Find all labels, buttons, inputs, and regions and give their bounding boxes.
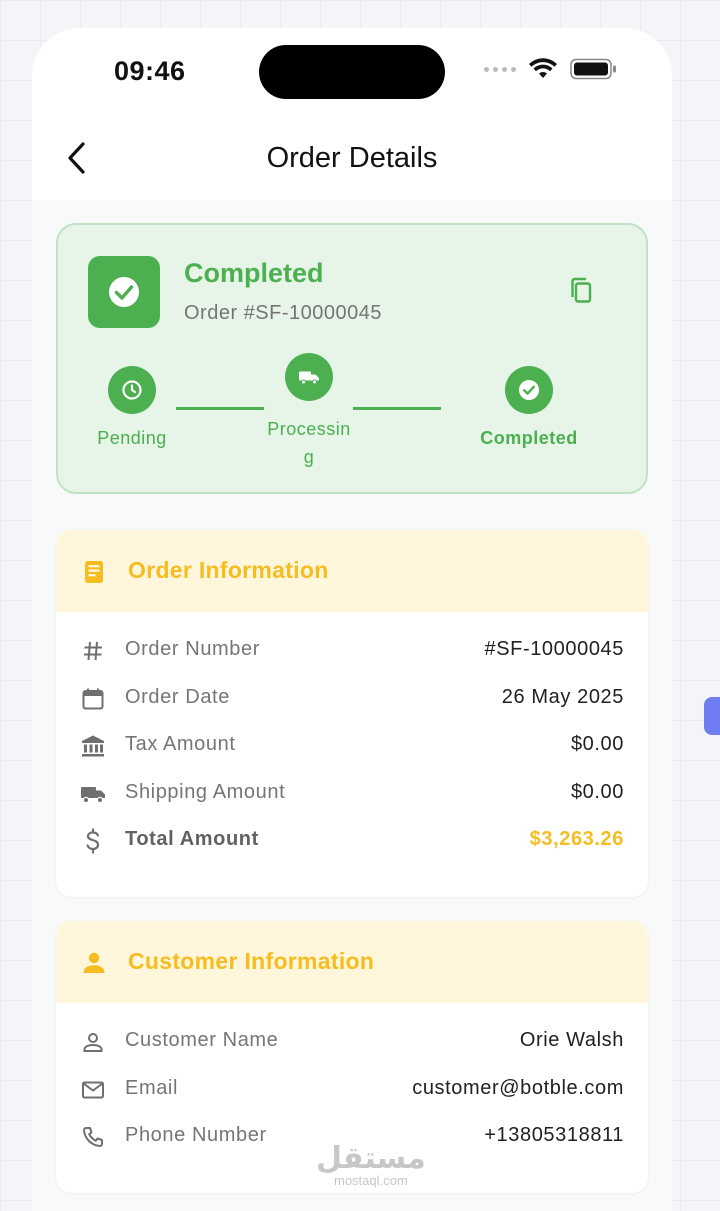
card-header: Customer Information bbox=[56, 921, 648, 1003]
card-header: Order Information bbox=[56, 530, 648, 612]
app-header: 09:46 Order Details bbox=[32, 28, 672, 200]
wifi-icon bbox=[529, 58, 557, 78]
side-scroll-handle[interactable] bbox=[704, 697, 720, 735]
receipt-icon bbox=[85, 561, 103, 583]
tax-amount-row: Tax Amount $0.00 bbox=[56, 725, 648, 765]
row-label: Phone Number bbox=[125, 1124, 267, 1146]
card-title: Customer Information bbox=[128, 948, 375, 974]
row-label: Tax Amount bbox=[125, 733, 236, 755]
truck-icon bbox=[80, 781, 106, 807]
card-title: Order Information bbox=[128, 557, 329, 583]
person-icon bbox=[83, 952, 105, 973]
order-number-label: Order #SF-10000045 bbox=[184, 302, 383, 324]
step-completed-circle bbox=[505, 366, 553, 414]
dollar-icon bbox=[80, 828, 106, 854]
phone-screen: 09:46 Order Details Completed Order #SF-… bbox=[32, 28, 672, 1211]
row-value: $0.00 bbox=[570, 781, 624, 803]
row-label: Order Number bbox=[125, 638, 261, 660]
row-value: #SF-10000045 bbox=[484, 638, 624, 660]
order-date-row: Order Date 26 May 2025 bbox=[56, 678, 648, 718]
email-row[interactable]: Email customer@botble.com bbox=[56, 1069, 648, 1109]
watermark-arabic: مستقل bbox=[316, 1141, 426, 1176]
bank-icon bbox=[80, 733, 106, 759]
row-value: +13805318811 bbox=[484, 1124, 624, 1146]
step-connector bbox=[353, 407, 441, 410]
row-value: Orie Walsh bbox=[519, 1029, 624, 1051]
row-label: Shipping Amount bbox=[125, 781, 286, 803]
watermark: مستقل mostaql.com bbox=[316, 1144, 426, 1188]
step-label: Pending bbox=[97, 428, 167, 448]
row-label: Customer Name bbox=[125, 1029, 279, 1051]
nav-bar: Order Details bbox=[32, 128, 672, 188]
step-label-active: Completed bbox=[480, 428, 578, 448]
calendar-icon bbox=[80, 686, 106, 712]
total-amount-row: Total Amount $3,263.26 bbox=[56, 820, 648, 860]
hash-icon bbox=[80, 638, 106, 664]
truck-icon bbox=[299, 371, 319, 385]
total-value: $3,263.26 bbox=[529, 828, 624, 850]
step-processing-circle bbox=[285, 353, 333, 401]
order-status-title: Completed bbox=[184, 258, 324, 288]
shipping-amount-row: Shipping Amount $0.00 bbox=[56, 773, 648, 813]
copy-button[interactable] bbox=[566, 275, 598, 307]
signal-icon bbox=[484, 66, 516, 72]
row-value: 26 May 2025 bbox=[501, 686, 624, 708]
step-connector bbox=[176, 407, 264, 410]
row-label: Email bbox=[125, 1077, 179, 1099]
check-circle-icon bbox=[519, 380, 539, 400]
phone-icon bbox=[80, 1124, 106, 1150]
person-outline-icon bbox=[80, 1029, 106, 1055]
order-number-row: Order Number #SF-10000045 bbox=[56, 630, 648, 670]
dynamic-island bbox=[259, 45, 445, 99]
status-time: 09:46 bbox=[114, 56, 186, 86]
clock-icon bbox=[122, 380, 142, 400]
row-value: customer@botble.com bbox=[412, 1077, 624, 1099]
order-status-card: Completed Order #SF-10000045 Pending Pro… bbox=[56, 223, 648, 494]
order-information-card: Order Information Order Number #SF-10000… bbox=[56, 530, 648, 897]
customer-name-row: Customer Name Orie Walsh bbox=[56, 1021, 648, 1061]
battery-icon bbox=[570, 58, 616, 80]
step-pending-circle bbox=[108, 366, 156, 414]
check-circle-icon bbox=[109, 277, 139, 307]
status-icons bbox=[484, 58, 618, 80]
row-value: $0.00 bbox=[570, 733, 624, 755]
row-label: Total Amount bbox=[125, 828, 259, 850]
copy-icon bbox=[571, 277, 592, 303]
watermark-latin: mostaql.com bbox=[334, 1173, 408, 1188]
page-title: Order Details bbox=[266, 142, 438, 174]
mail-icon bbox=[80, 1077, 106, 1103]
status-badge bbox=[88, 256, 160, 328]
step-label: Processin g bbox=[267, 419, 351, 467]
row-label: Order Date bbox=[125, 686, 230, 708]
